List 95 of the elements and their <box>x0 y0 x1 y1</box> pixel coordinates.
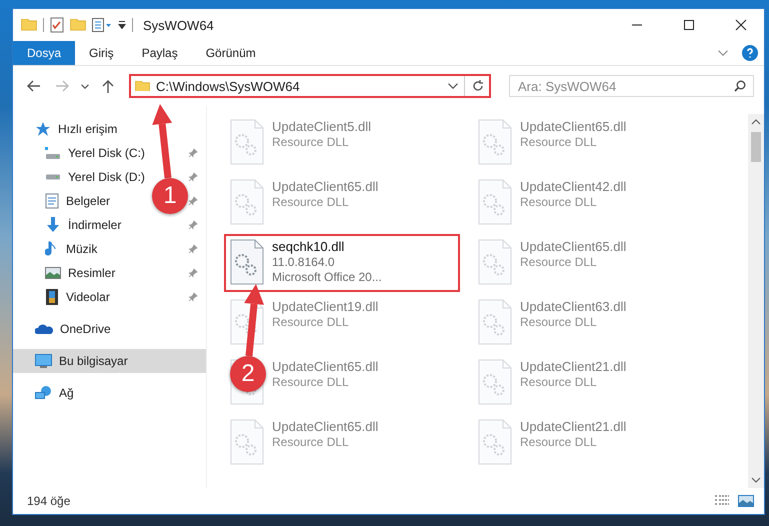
file-name[interactable]: UpdateClient19.dll <box>272 299 378 314</box>
file-detail: Resource DLL <box>272 135 350 149</box>
file-name[interactable]: UpdateClient21.dll <box>520 359 626 374</box>
file-name[interactable]: seqchk10.dll <box>272 239 382 254</box>
ribbon-tab[interactable]: Giriş <box>75 41 128 65</box>
gear-file-icon <box>230 299 264 345</box>
pin-icon <box>188 244 198 254</box>
file-detail: Resource DLL <box>520 375 598 389</box>
file-detail: Resource DLL <box>520 435 598 449</box>
star-icon <box>35 121 51 137</box>
dropdown-icon[interactable] <box>448 83 458 89</box>
gear-file-icon <box>230 119 264 165</box>
item-count: 194 öğe <box>27 494 72 508</box>
computer-icon <box>35 354 52 368</box>
file-detail: Resource DLL <box>272 315 350 329</box>
details-view-icon[interactable] <box>714 495 730 507</box>
search-field[interactable]: Ara: SysWOW64 <box>509 75 754 97</box>
sidebar-item[interactable]: İndirmeler <box>13 213 128 237</box>
gear-file-icon <box>478 419 512 465</box>
forward-arrow-icon <box>55 80 69 92</box>
minimize-icon <box>631 24 643 26</box>
scrollbar-thumb[interactable] <box>751 132 761 162</box>
pin-icon <box>188 172 198 182</box>
sidebar-item[interactable]: Yerel Disk (D:) <box>13 165 151 189</box>
gear-file-icon <box>230 239 264 285</box>
sidebar-item[interactable]: Ağ <box>13 381 80 405</box>
network-icon <box>35 386 52 400</box>
file-detail: Microsoft Office 20... <box>272 270 382 284</box>
large-icons-view-icon[interactable] <box>738 495 754 507</box>
file-detail: Resource DLL <box>520 315 598 329</box>
file-name[interactable]: UpdateClient65.dll <box>272 179 378 194</box>
sidebar-item[interactable]: Belgeler <box>13 189 116 213</box>
file-name[interactable]: UpdateClient63.dll <box>520 299 626 314</box>
gear-file-icon <box>478 119 512 165</box>
file-name[interactable]: UpdateClient42.dll <box>520 179 626 194</box>
film-icon <box>45 289 59 305</box>
pin-icon <box>188 292 198 302</box>
window-title: SysWOW64 <box>143 18 215 32</box>
sidebar-item[interactable]: OneDrive <box>13 317 117 341</box>
sidebar-item[interactable]: Hızlı erişim <box>13 117 124 141</box>
up-arrow-icon <box>102 79 114 93</box>
expand-ribbon-icon[interactable] <box>718 50 728 56</box>
document-icon <box>45 193 59 209</box>
maximize-icon <box>683 19 695 31</box>
cloud-icon <box>35 323 53 335</box>
scrollbar[interactable] <box>748 114 764 488</box>
pin-icon <box>188 148 198 158</box>
file-name[interactable]: UpdateClient5.dll <box>272 119 372 134</box>
drive-icon <box>45 174 61 180</box>
folder-icon <box>135 80 150 92</box>
gear-file-icon <box>230 179 264 225</box>
pin-icon <box>188 196 198 206</box>
gear-file-icon <box>230 419 264 465</box>
file-name[interactable]: UpdateClient65.dll <box>520 119 626 134</box>
file-name[interactable]: UpdateClient21.dll <box>520 419 626 434</box>
address-field[interactable]: C:\Windows\SysWOW64 <box>129 74 491 98</box>
pin-icon <box>188 268 198 278</box>
gear-file-icon <box>478 239 512 285</box>
file-name[interactable]: UpdateClient65.dll <box>272 419 378 434</box>
ribbon-tab[interactable]: Paylaş <box>128 41 192 65</box>
refresh-icon[interactable] <box>471 79 485 93</box>
folder-icon <box>21 19 37 31</box>
address-path: C:\Windows\SysWOW64 <box>156 78 301 94</box>
file-detail: Resource DLL <box>272 375 350 389</box>
close-icon <box>735 19 747 31</box>
search-icon <box>734 80 746 92</box>
image-icon <box>45 266 61 280</box>
gear-file-icon <box>478 359 512 405</box>
file-detail: Resource DLL <box>520 135 598 149</box>
dropdown-icon[interactable] <box>118 21 126 29</box>
file-detail: Resource DLL <box>520 195 598 209</box>
help-icon[interactable] <box>742 45 758 61</box>
sidebar-item[interactable]: Bu bilgisayar <box>13 349 206 373</box>
sidebar-item[interactable]: Müzik <box>13 237 104 261</box>
ribbon-tab[interactable]: Görünüm <box>192 41 270 65</box>
drive-icon <box>45 147 61 159</box>
sidebar-item[interactable]: Videolar <box>13 285 116 309</box>
checklist-icon[interactable] <box>50 17 64 33</box>
back-arrow-icon <box>27 80 41 92</box>
pin-icon <box>188 220 198 230</box>
file-detail: Resource DLL <box>272 435 350 449</box>
download-icon <box>45 217 61 233</box>
gear-file-icon <box>478 179 512 225</box>
file-detail: 11.0.8164.0 <box>272 255 336 269</box>
properties-icon[interactable] <box>92 18 112 32</box>
folder-icon <box>70 19 86 31</box>
file-detail: Resource DLL <box>520 255 598 269</box>
file-name[interactable]: UpdateClient65.dll <box>272 359 378 374</box>
sidebar-item[interactable]: Resimler <box>13 261 122 285</box>
file-detail: Resource DLL <box>272 195 350 209</box>
caret-icon <box>81 84 89 88</box>
ribbon-tab[interactable]: Dosya <box>13 41 76 65</box>
gear-file-icon <box>478 299 512 345</box>
sidebar-item[interactable]: Yerel Disk (C:) <box>13 141 151 165</box>
file-name[interactable]: UpdateClient65.dll <box>520 239 626 254</box>
